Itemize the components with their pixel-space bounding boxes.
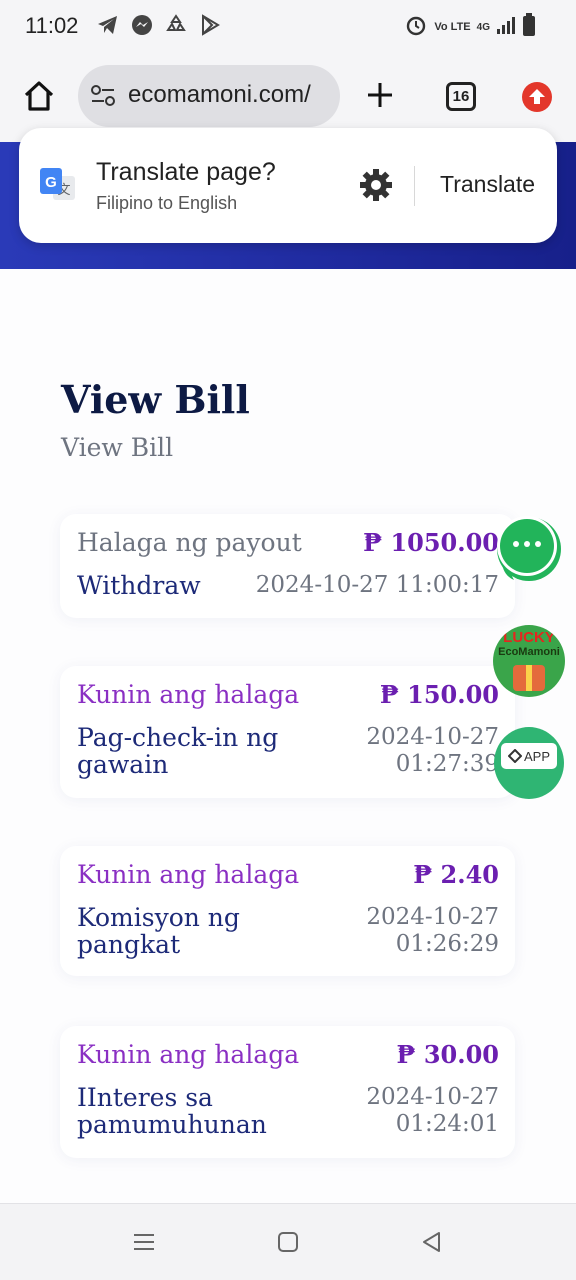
translate-button[interactable]: Translate	[440, 171, 535, 198]
bill-card: Kunin ang halaga ₱ 150.00 Pag-check-in n…	[60, 666, 515, 798]
bill-card: Halaga ng payout ₱ 1050.00 Withdraw 2024…	[60, 514, 515, 618]
site-settings-icon[interactable]	[90, 85, 116, 107]
notification-icons	[96, 13, 222, 41]
status-time: 11:02	[25, 13, 79, 38]
bill-card: Kunin ang halaga ₱ 30.00 IInteres sa pam…	[60, 1026, 515, 1158]
bill-label: Kunin ang halaga	[77, 680, 300, 709]
update-button[interactable]	[522, 82, 552, 112]
url-text: ecomamoni.com/	[128, 81, 311, 108]
new-tab-button[interactable]	[365, 80, 395, 110]
play-store-icon	[198, 13, 222, 41]
address-bar[interactable]: ecomamoni.com/	[78, 65, 340, 127]
divider	[414, 166, 415, 206]
tab-switcher-button[interactable]: 16	[446, 82, 476, 111]
back-icon	[423, 1232, 440, 1252]
home-button[interactable]	[22, 79, 56, 113]
bill-date: 2024-10-27 01:27:39	[366, 724, 499, 777]
system-icons: Vo LTE 4G	[404, 13, 536, 41]
plus-icon	[368, 83, 392, 107]
signal-icon	[496, 15, 516, 39]
bill-date: 2024-10-27 01:24:01	[366, 1084, 499, 1137]
bill-amount: ₱ 2.40	[413, 860, 499, 889]
recycle-icon	[164, 13, 188, 41]
bill-amount: ₱ 1050.00	[363, 528, 499, 557]
svg-text:G: G	[45, 174, 57, 191]
bill-label: Halaga ng payout	[77, 528, 302, 557]
system-nav-bar	[0, 1203, 576, 1280]
messenger-icon	[130, 13, 154, 41]
bill-amount: ₱ 30.00	[396, 1040, 499, 1069]
chat-bubble-icon	[497, 516, 561, 581]
chat-support-button[interactable]	[494, 514, 564, 586]
arrow-up-icon	[529, 89, 545, 104]
recent-apps-button[interactable]	[133, 1232, 155, 1252]
translate-popup: 文 G Translate page? Filipino to English …	[19, 128, 557, 243]
gift-icon	[513, 665, 545, 691]
battery-icon	[522, 13, 536, 41]
bill-type: Komisyon ng pangkat	[77, 903, 240, 959]
bill-type: IInteres sa pamumuhunan	[77, 1083, 267, 1139]
status-bar: 11:02 Vo LTE 4G	[0, 0, 576, 52]
diamond-icon	[507, 749, 522, 763]
bill-card: Kunin ang halaga ₱ 2.40 Komisyon ng pang…	[60, 846, 515, 976]
telegram-icon	[96, 13, 120, 41]
google-translate-icon: 文 G	[39, 166, 77, 204]
volte-indicator: Vo LTE	[434, 21, 471, 33]
bill-label: Kunin ang halaga	[77, 1040, 300, 1069]
menu-icon	[134, 1234, 154, 1250]
bill-date: 2024-10-27 01:26:29	[366, 904, 499, 957]
bill-label: Kunin ang halaga	[77, 860, 300, 889]
lucky-title: LUCKY	[503, 629, 555, 646]
app-label: APP	[523, 748, 550, 764]
lucky-draw-button[interactable]: LUCKY EcoMamoni	[493, 625, 565, 697]
translate-languages: Filipino to English	[96, 193, 238, 213]
download-app-button[interactable]: APP	[494, 727, 564, 799]
bill-date: 2024-10-27 11:00:17	[255, 572, 499, 598]
bill-amount: ₱ 150.00	[379, 680, 499, 709]
alarm-icon	[404, 13, 428, 41]
back-button[interactable]	[420, 1230, 442, 1254]
home-nav-button[interactable]	[278, 1232, 298, 1252]
home-icon	[24, 81, 54, 111]
bill-type: Pag-check-in ng gawain	[77, 723, 279, 779]
gear-icon[interactable]	[358, 167, 394, 203]
translate-title: Translate page?	[96, 158, 276, 186]
lucky-brand: EcoMamoni	[498, 646, 560, 658]
app-badge: APP	[501, 743, 557, 769]
network-type: 4G	[476, 21, 490, 33]
page-title: View Bill	[61, 377, 250, 422]
page-subtitle: View Bill	[61, 433, 174, 462]
